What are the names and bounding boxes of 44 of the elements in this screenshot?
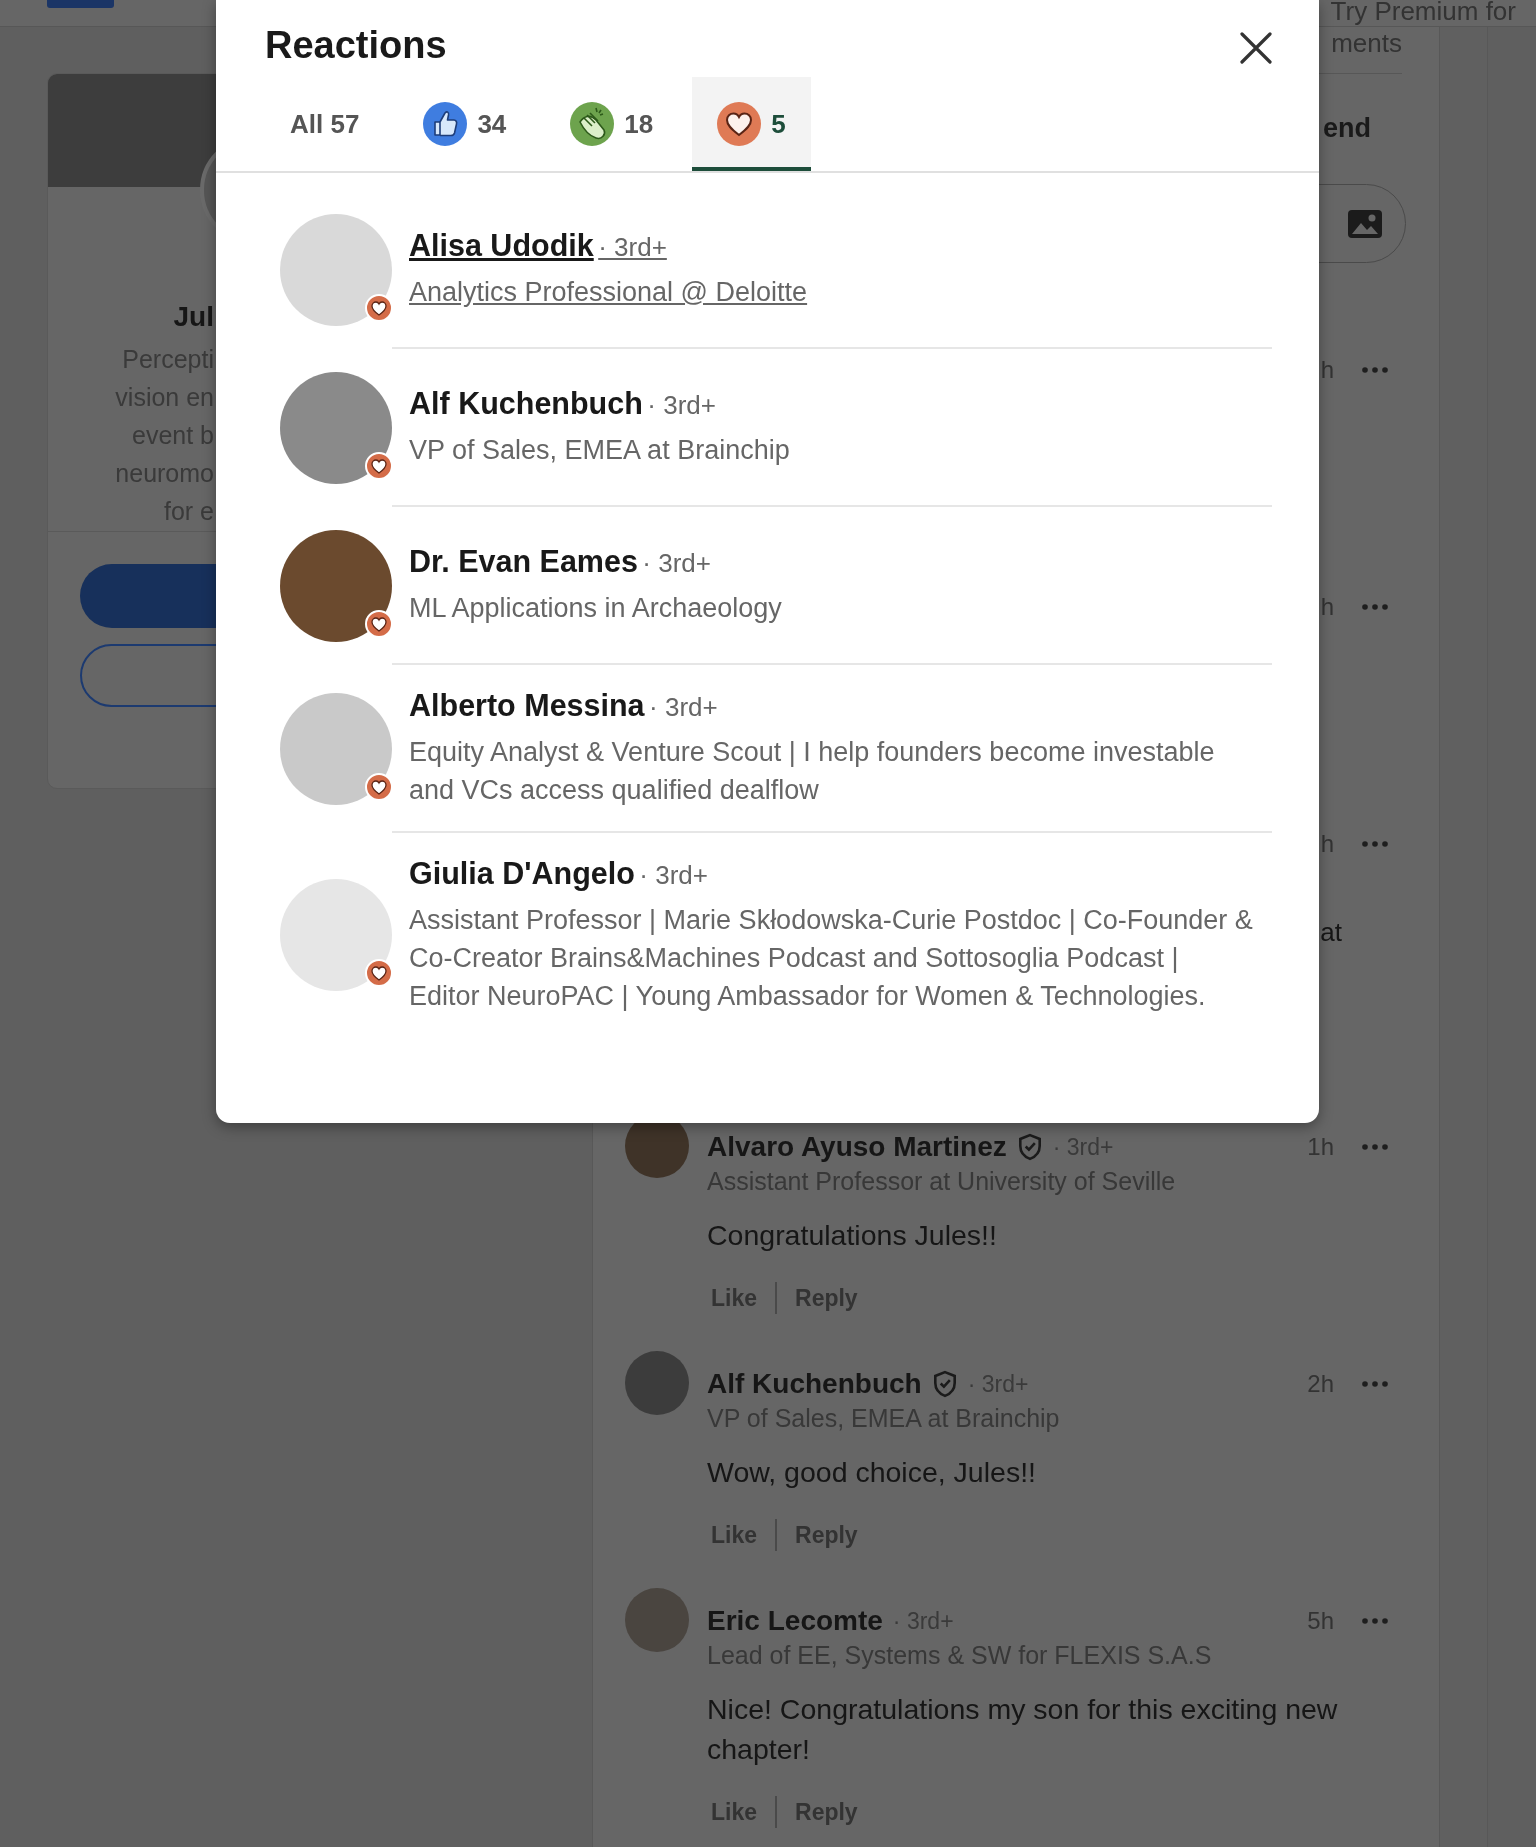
profile-name: Jul [172,300,214,334]
heart-badge-icon [365,959,393,987]
comment-text: Nice! Congratulations my son for this exciting new chapter! [707,1692,1339,1767]
commenter-name[interactable]: Eric Lecomte [707,1605,883,1637]
person-headline: VP of Sales, EMEA at Brainchip [409,434,791,467]
connection-degree: · 3rd+ [642,548,711,578]
reaction-tab[interactable]: 5 [692,77,811,171]
person-headline: Assistant Professor | Marie Skłodowska-Curie Postdoc | Co-Founder & Co-Creator Brains&Machines Podcast and Sottosoglia Podcast | Editor NeuroPAC | Young Ambassador for Women & Technologies. [409,904,1254,1013]
person-name-link[interactable]: Giulia D'Angelo [409,856,635,890]
person-headline: Equity Analyst & Venture Scout | I help founders become investable and VCs access qualified dealflow [409,736,1216,807]
close-icon[interactable] [1238,30,1274,66]
reaction-tab[interactable]: 18 [545,77,679,171]
more-icon[interactable] [1362,604,1388,610]
more-icon[interactable] [1362,1144,1388,1150]
person-name-link[interactable]: Dr. Evan Eames [409,544,638,578]
person-headline: ML Applications in Archaeology [409,592,783,625]
comment-text: at [1320,916,1342,949]
dialog-title: Reactions [265,23,447,67]
image-icon[interactable] [1347,208,1383,239]
commenter-name[interactable]: Alvaro Ayuso Martinez [707,1131,1007,1163]
more-icon[interactable] [1362,1618,1388,1624]
person-name-link[interactable]: Alisa Udodik [409,228,594,262]
connection-degree: · 3rd+ [639,860,708,890]
connection-degree: · 3rd+ [649,692,718,722]
clapping-hands-icon [570,102,615,146]
connection-degree: · 3rd+ [647,390,716,420]
heart-badge-icon [365,452,393,480]
more-icon[interactable] [1362,1381,1388,1387]
person-name-link[interactable]: Alf Kuchenbuch [409,386,643,420]
commenter-name[interactable]: Alf Kuchenbuch [707,1368,922,1400]
send-button[interactable]: end [1323,111,1371,145]
comment-text: Wow, good choice, Jules!! [707,1455,1037,1490]
more-icon[interactable] [1362,367,1388,373]
reaction-tab[interactable]: All 57 [265,77,385,171]
reaction-tab[interactable]: 34 [398,77,532,171]
more-icon[interactable] [1362,841,1388,847]
heart-badge-icon [365,294,393,322]
person-headline: Analytics Professional @ Deloitte [409,276,809,309]
thumbs-up-icon [423,102,468,146]
person-name-link[interactable]: Alberto Messina [409,688,645,722]
heart-badge-icon [365,773,393,801]
comment-text: Congratulations Jules!! [707,1218,998,1253]
connection-degree: · 3rd+ [598,232,667,262]
heart-badge-icon [365,610,393,638]
